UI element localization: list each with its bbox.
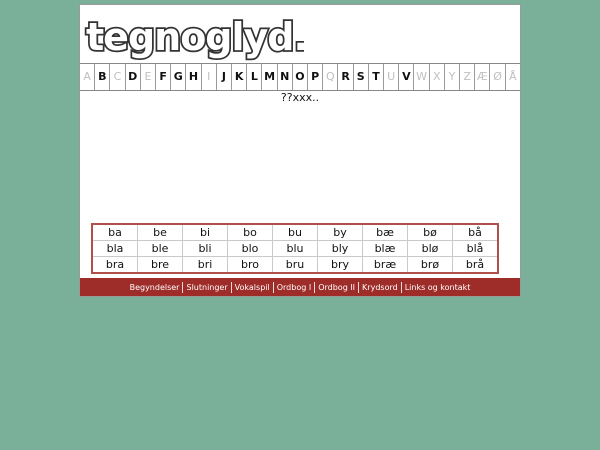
syllable-cell[interactable]: bra	[91, 256, 138, 274]
footer-link-ordbog-i[interactable]: Ordbog I	[277, 283, 311, 292]
footer-link-begyndelser[interactable]: Begyndelser	[130, 283, 180, 292]
syllable-cell[interactable]: bo	[227, 223, 273, 241]
syllable-cell[interactable]: be	[137, 223, 183, 241]
letter-å: Å	[509, 70, 517, 83]
syllable-cell[interactable]: bø	[407, 223, 453, 241]
syllable-cell[interactable]: bru	[272, 256, 318, 274]
letter-b[interactable]: B	[95, 64, 111, 90]
letter-v[interactable]: V	[399, 64, 415, 90]
footer-separator	[182, 281, 184, 293]
table-row: bla ble bli blo blu bly blæ blø blå	[91, 240, 499, 257]
syllable-cell[interactable]: blo	[227, 240, 273, 257]
syllable-cell[interactable]: bi	[182, 223, 228, 241]
syllable-cell[interactable]: bre	[137, 256, 183, 274]
letter-p[interactable]: P	[308, 64, 324, 90]
syllable-cell[interactable]: bæ	[362, 223, 408, 241]
footer-link-krydsord[interactable]: Krydsord	[362, 283, 398, 292]
letter-w: W	[414, 64, 430, 90]
syllable-cell[interactable]: blå	[452, 240, 499, 257]
alphabet-navigation: ABCDEFGHIJKLMNOPQRSTUVWXYZÆØÅ	[80, 63, 520, 91]
letter-h[interactable]: H	[186, 64, 202, 90]
footer-separator	[358, 281, 360, 293]
letter-y: Y	[445, 64, 461, 90]
letter-a: A	[80, 64, 96, 90]
footer-separator	[314, 281, 316, 293]
footer-link-slutninger[interactable]: Slutninger	[186, 283, 227, 292]
table-row: bra bre bri bro bru bry bræ brø brå	[91, 256, 499, 274]
footer-separator	[230, 281, 232, 293]
letter-j[interactable]: J	[217, 64, 233, 90]
syllable-cell[interactable]: brø	[407, 256, 453, 274]
letter-s[interactable]: S	[354, 64, 369, 90]
letter-r[interactable]: R	[338, 64, 354, 90]
logo-text: tegnoglyd.dk	[86, 15, 304, 59]
footer-link-ordbog-ii[interactable]: Ordbog II	[318, 283, 355, 292]
letter-c: C	[110, 64, 126, 90]
syllable-cell[interactable]: bri	[182, 256, 228, 274]
syllable-cell[interactable]: bu	[272, 223, 318, 241]
syllable-cell[interactable]: bly	[317, 240, 363, 257]
letter-g[interactable]: G	[171, 64, 187, 90]
site-logo[interactable]: tegnoglyd.dk	[84, 8, 304, 64]
footer-link-links-og-kontakt[interactable]: Links og kontakt	[405, 283, 471, 292]
syllable-cell[interactable]: blø	[407, 240, 453, 257]
syllable-cell[interactable]: bry	[317, 256, 363, 274]
status-text: ??xxx..	[280, 91, 320, 104]
letter-f[interactable]: F	[156, 64, 172, 90]
letter-u: U	[384, 64, 400, 90]
letter-d[interactable]: D	[126, 64, 141, 90]
syllable-table: ba be bi bo bu by bæ bø bå bla ble bli blo blu bly blæ b…	[91, 223, 499, 274]
letter-l[interactable]: L	[247, 64, 263, 90]
letter-k[interactable]: K	[232, 64, 248, 90]
page-frame: tegnoglyd.dk ABCDEFGHIJKLMNOPQRSTUVWXYZÆ…	[79, 4, 521, 297]
letter-o[interactable]: O	[293, 64, 309, 90]
syllable-cell[interactable]: ble	[137, 240, 183, 257]
syllable-cell[interactable]: bå	[452, 223, 499, 241]
syllable-cell[interactable]: bræ	[362, 256, 408, 274]
syllable-cell[interactable]: blæ	[362, 240, 408, 257]
footer-nav: Begyndelser Slutninger Vokalspil Ordbog I Or…	[80, 278, 520, 296]
letter-m[interactable]: M	[262, 64, 278, 90]
syllable-cell[interactable]: bro	[227, 256, 273, 274]
letter-e: E	[141, 64, 157, 90]
syllable-cell[interactable]: brå	[452, 256, 499, 274]
letter-q: Q	[323, 64, 339, 90]
letter-t[interactable]: T	[369, 64, 385, 90]
table-row: ba be bi bo bu by bæ bø bå	[91, 223, 499, 241]
letter-ø: Ø	[490, 64, 506, 90]
footer-separator	[400, 281, 402, 293]
letter-i: I	[202, 64, 217, 90]
syllable-cell[interactable]: by	[317, 223, 363, 241]
letter-z: Z	[460, 64, 476, 90]
syllable-cell[interactable]: ba	[91, 223, 138, 241]
letter-n[interactable]: N	[278, 64, 293, 90]
letter-æ: Æ	[475, 64, 491, 90]
footer-link-vokalspil[interactable]: Vokalspil	[235, 283, 270, 292]
logo-graphic: tegnoglyd.dk	[84, 13, 304, 61]
syllable-cell[interactable]: bli	[182, 240, 228, 257]
syllable-cell[interactable]: blu	[272, 240, 318, 257]
footer-separator	[272, 281, 274, 293]
syllable-cell[interactable]: bla	[91, 240, 138, 257]
letter-x: X	[430, 64, 445, 90]
